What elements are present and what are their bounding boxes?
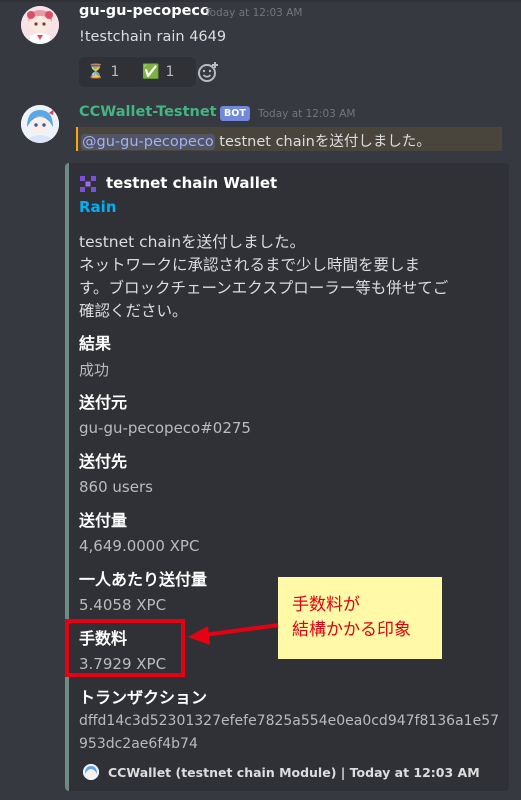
timestamp: Today at 12:03 AM — [205, 7, 303, 19]
message-text: testnet chainを送付しました。 — [214, 134, 431, 150]
bot-badge: BOT — [220, 106, 250, 121]
user-mention[interactable]: @gu-gu-pecopeco — [81, 134, 215, 150]
bot-avatar[interactable] — [21, 105, 59, 143]
annotation-line: 結構かかる印象 — [292, 620, 411, 640]
field-name-result: 結果 — [79, 334, 112, 353]
avatar[interactable] — [21, 6, 59, 44]
field-value-transaction[interactable]: dffd14c3d52301327efefe7825a554e0ea0cd947… — [79, 710, 499, 756]
description-line: 確認ください。 — [79, 302, 188, 320]
reaction-count: 1 — [110, 64, 120, 80]
mention-message: @gu-gu-pecopeco testnet chainを送付しました。 — [81, 130, 431, 151]
annotation-callout: 手数料が 結構かかる印象 — [278, 577, 442, 659]
field-name-recipients: 送付先 — [79, 452, 128, 471]
username[interactable]: gu-gu-pecopeco — [79, 3, 210, 19]
embed-subtitle[interactable]: Rain — [79, 198, 117, 216]
add-reaction-icon[interactable] — [196, 60, 220, 84]
field-name-amount: 送付量 — [79, 511, 128, 530]
fee-highlight-box — [65, 619, 185, 677]
reaction-count: 1 — [165, 64, 175, 80]
top-divider — [0, 0, 521, 2]
field-value-amount-per-user: 5.4058 XPC — [79, 596, 167, 614]
embed-description: testnet chainを送付しました。 ネットワークに承認されるまで少し時間… — [79, 231, 499, 323]
red-arrow-icon — [188, 623, 280, 645]
avatar-anime-girl-icon — [21, 6, 59, 44]
embed-title: testnet chain Wallet — [106, 174, 278, 192]
message-text: !testchain rain 4649 — [79, 29, 227, 45]
footer-avatar-icon — [83, 764, 99, 780]
embed-footer: CCWallet (testnet chain Module) | Today … — [108, 765, 480, 780]
field-name-transaction: トランザクション — [79, 688, 208, 707]
field-value-sender: gu-gu-pecopeco#0275 — [79, 419, 251, 437]
annotation-line: 手数料が — [292, 595, 360, 615]
field-value-recipients: 860 users — [79, 478, 153, 496]
embed-author-icon — [80, 176, 96, 192]
timestamp: Today at 12:03 AM — [258, 108, 356, 120]
reaction-hourglass[interactable]: ⏳ 1 — [79, 57, 141, 87]
description-line: ネットワークに承認されるまで少し時間を要しま — [79, 256, 421, 274]
field-value-result: 成功 — [79, 361, 110, 379]
reaction-check[interactable]: ✅ 1 — [134, 57, 196, 87]
field-name-amount-per-user: 一人あたり送付量 — [79, 570, 208, 589]
avatar-blue-hair-icon — [21, 105, 59, 143]
bot-username[interactable]: CCWallet-Testnet — [79, 104, 217, 120]
check-mark-icon: ✅ — [142, 64, 160, 80]
field-value-amount: 4,649.0000 XPC — [79, 537, 200, 555]
hourglass-icon: ⏳ — [87, 64, 105, 80]
field-name-sender: 送付元 — [79, 393, 128, 412]
description-line: testnet chainを送付しました。 — [79, 233, 306, 251]
description-line: す。ブロックチェーンエクスプローラー等も併せてご — [79, 279, 449, 297]
